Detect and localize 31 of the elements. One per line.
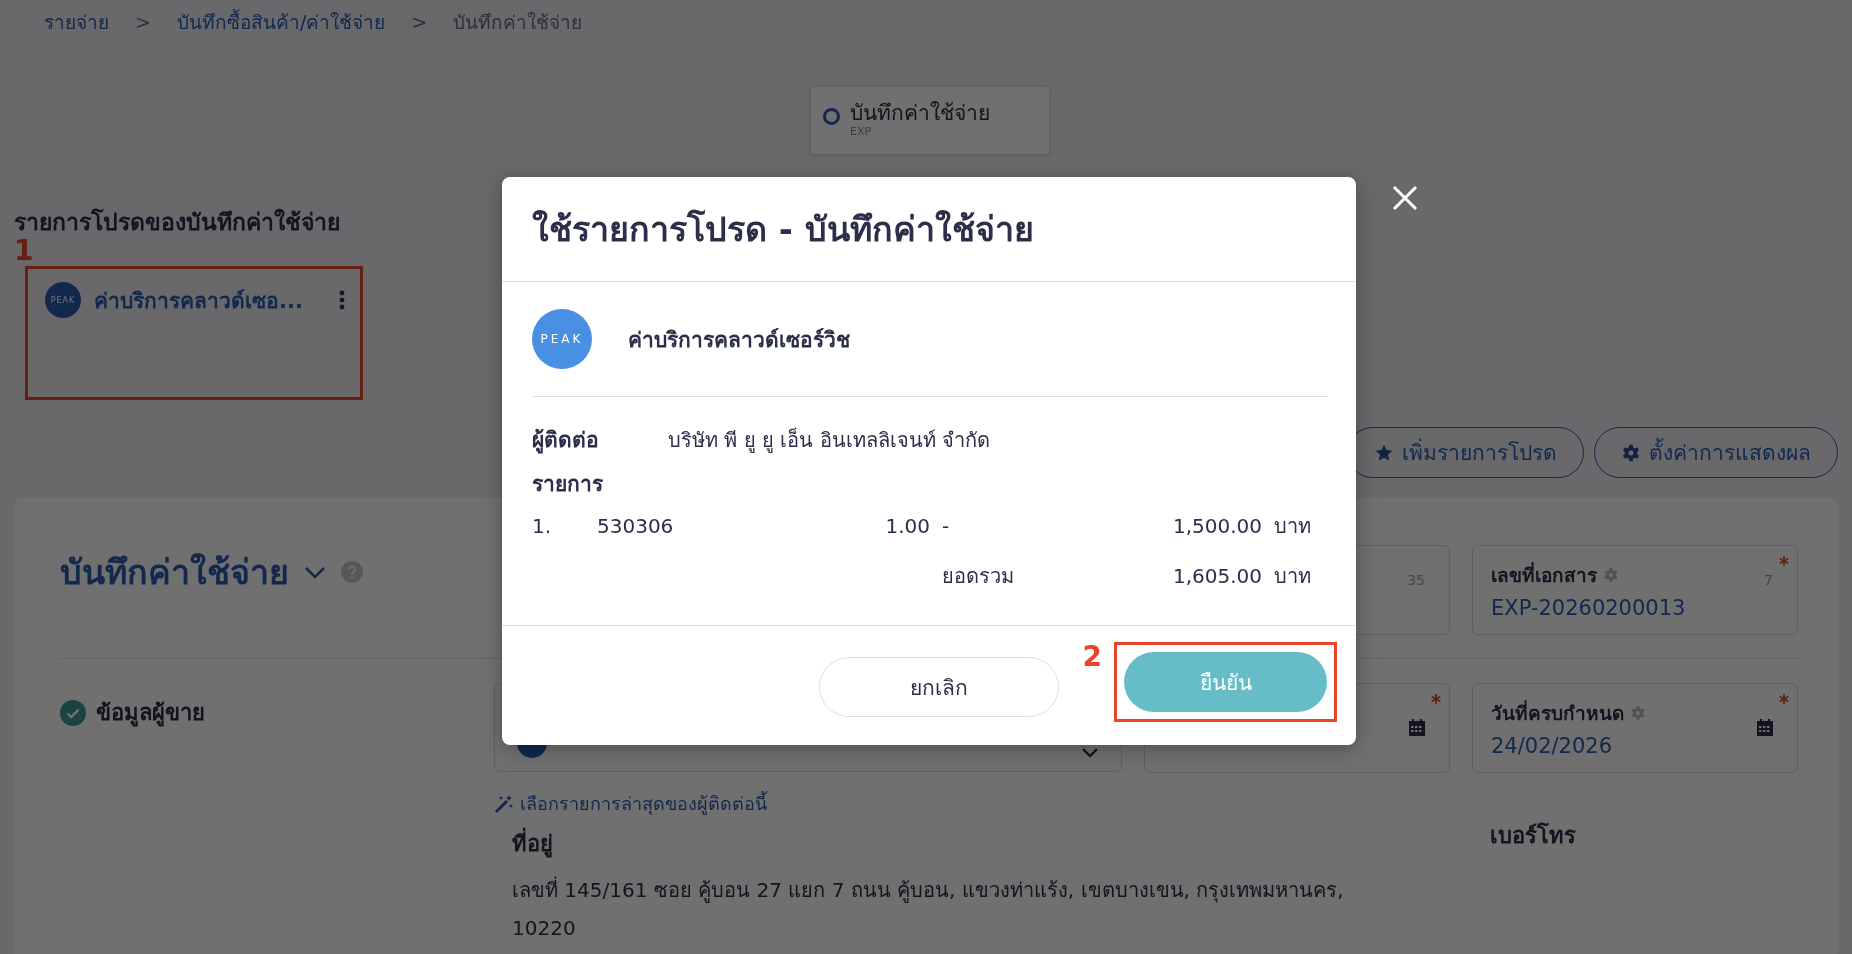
logo-badge: PEAK (532, 309, 592, 369)
total-amount: 1,605.00 (1171, 563, 1262, 590)
logo-badge: PEAK (45, 282, 81, 318)
annotation-number: 1 (14, 236, 35, 266)
field-label: เลขที่เอกสาร (1491, 561, 1597, 588)
field-label: วันที่ครบกำหนด (1491, 699, 1624, 726)
total-label: ยอดรวม (941, 563, 1015, 590)
address-label: ที่อยู่ (494, 826, 1450, 861)
contact-name: บริษัท พี ยู ยู เอ็น อินเทลลิเจนท์ จำกัด (668, 426, 991, 455)
favorites-heading: รายการโปรดของบันทึกค่าใช้จ่าย (14, 207, 340, 236)
breadcrumb-separator: > (411, 11, 428, 33)
favorite-name: ค่าบริการคลาวด์เซอร์วิช (628, 326, 850, 354)
breadcrumb-current: บันทึกค่าใช้จ่าย (453, 10, 583, 35)
account-code: 530306 (597, 513, 675, 540)
step-label: บันทึกค่าใช้จ่าย (850, 101, 990, 125)
address-text: เลขที่ 145/161 ซอย คู้บอน 27 แยก 7 ถนน คู้บอน, แขวงท่าแร้ง, เขตบางเขน, กรุงเทพมหานคร, 10220 (511, 875, 1345, 942)
quantity: 1.00 (884, 513, 930, 540)
currency-unit: บาท (1273, 513, 1312, 540)
annotation-number: 2 (1082, 642, 1102, 672)
field-value: EXP-20260200013 (1491, 596, 1687, 620)
phone-label: เบอร์โทร (1489, 821, 1577, 850)
items-label: รายการ (532, 471, 604, 498)
amount: 1,500.00 (1171, 513, 1262, 540)
currency-unit: บาท (1273, 563, 1312, 590)
dialog-title: ใช้รายการโปรด - บันทึกค่าใช้จ่าย (532, 208, 1034, 251)
section-title: ข้อมูลผู้ขาย (96, 699, 205, 729)
field-value: 24/02/2026 (1491, 734, 1614, 758)
breadcrumb-separator: > (135, 11, 151, 33)
line-number: 1. (532, 513, 553, 540)
contact-label: ผู้ติดต่อ (532, 427, 600, 455)
note-text: - (941, 513, 951, 540)
